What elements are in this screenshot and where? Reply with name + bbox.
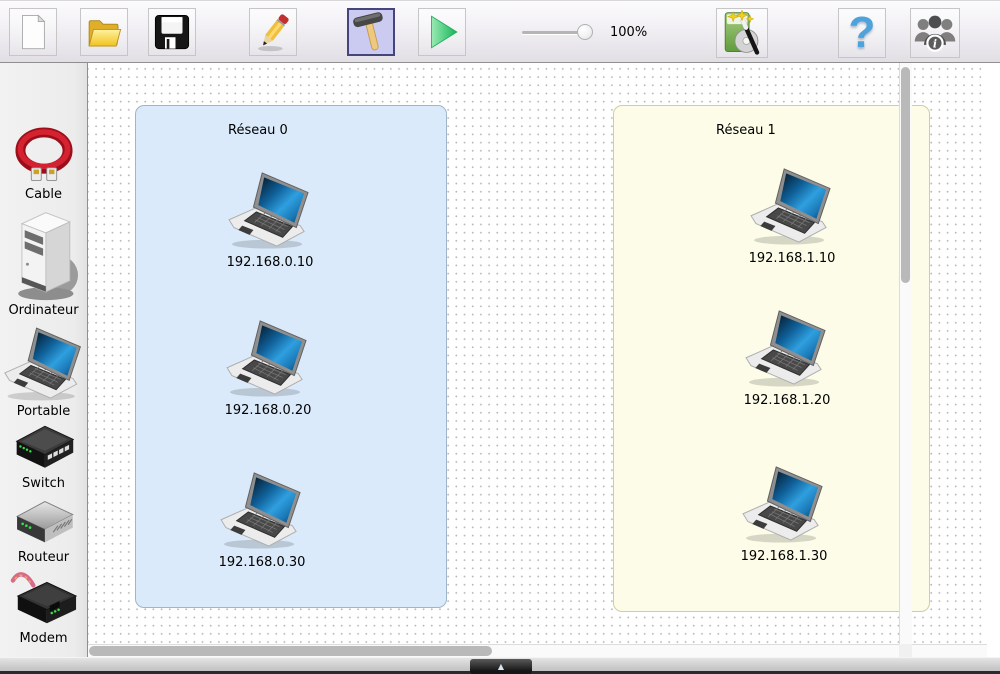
laptop-icon: [743, 310, 831, 388]
design-canvas[interactable]: Réseau 0 Réseau 1 192.168.0.10 192.168.0…: [88, 63, 987, 644]
scrollbar-corner: [899, 644, 912, 657]
switch-icon: [11, 420, 77, 474]
design-mode-button[interactable]: [249, 8, 297, 56]
new-document-icon: [12, 11, 54, 53]
simulation-mode-button[interactable]: [418, 8, 466, 56]
node-ip-label: 192.168.0.30: [202, 555, 322, 570]
palette-item-switch[interactable]: Switch: [0, 420, 87, 491]
laptop-icon: [218, 472, 306, 550]
main-area: Cable Ordinateur Portable Switch Routeur…: [0, 63, 1000, 657]
help-button[interactable]: ?: [838, 8, 886, 58]
toolbar: 100% ?: [0, 0, 1000, 63]
floppy-disk-icon: [151, 11, 193, 53]
open-file-button[interactable]: [80, 8, 128, 56]
pencil-icon: [252, 11, 294, 53]
palette-label: Routeur: [0, 550, 87, 565]
open-folder-icon: [83, 11, 125, 53]
palette-item-routeur[interactable]: Routeur: [0, 496, 87, 565]
zoom-control: 100%: [522, 1, 647, 63]
network-label: Réseau 0: [228, 123, 288, 138]
bottom-bar: ▲: [0, 657, 1000, 674]
filius-window: 100% ? Cable Ordinateur Portable Switch: [0, 0, 1000, 674]
palette-item-portable[interactable]: Portable: [0, 327, 87, 419]
laptop-icon: [748, 168, 836, 246]
zoom-slider[interactable]: [522, 22, 594, 42]
palette-label: Portable: [0, 404, 87, 419]
build-mode-button[interactable]: [347, 8, 395, 56]
bottom-panel-toggle-button[interactable]: ▲: [470, 659, 532, 674]
palette-label: Ordinateur: [0, 303, 87, 318]
save-file-button[interactable]: [148, 8, 196, 56]
laptop-node[interactable]: 192.168.0.20: [208, 320, 328, 418]
people-info-icon: [913, 11, 957, 55]
node-ip-label: 192.168.1.10: [732, 251, 852, 266]
palette-item-ordinateur[interactable]: Ordinateur: [0, 209, 87, 318]
laptop-node[interactable]: 192.168.0.10: [210, 172, 330, 270]
wizard-button[interactable]: [716, 8, 768, 58]
laptop-icon: [224, 320, 312, 398]
horizontal-scrollbar[interactable]: [88, 644, 987, 657]
palette-item-cable[interactable]: Cable: [0, 127, 87, 202]
question-mark-icon: ?: [849, 11, 876, 55]
node-ip-label: 192.168.0.10: [210, 255, 330, 270]
component-palette: Cable Ordinateur Portable Switch Routeur…: [0, 63, 88, 657]
vertical-scrollbar-thumb[interactable]: [901, 67, 910, 283]
palette-label: Cable: [0, 187, 87, 202]
laptop-icon: [2, 327, 86, 402]
cable-icon: [12, 127, 76, 185]
modem-icon: [10, 567, 78, 629]
laptop-node[interactable]: 192.168.1.20: [727, 310, 847, 408]
router-icon: [11, 496, 77, 548]
laptop-icon: [226, 172, 314, 250]
network-label: Réseau 1: [716, 123, 776, 138]
node-ip-label: 192.168.1.30: [724, 549, 844, 564]
palette-label: Modem: [0, 631, 87, 646]
hammer-icon: [350, 11, 392, 53]
node-ip-label: 192.168.1.20: [727, 393, 847, 408]
play-icon: [421, 11, 463, 53]
slider-knob[interactable]: [577, 24, 593, 40]
desktop-computer-icon: [8, 209, 80, 301]
laptop-node[interactable]: 192.168.1.10: [732, 168, 852, 266]
zoom-level-label: 100%: [610, 25, 647, 40]
chevron-up-icon: ▲: [498, 663, 504, 671]
node-ip-label: 192.168.0.20: [208, 403, 328, 418]
software-wizard-icon: [719, 10, 765, 56]
about-button[interactable]: [910, 8, 960, 58]
laptop-node[interactable]: 192.168.1.30: [724, 466, 844, 564]
palette-label: Switch: [0, 476, 87, 491]
laptop-node[interactable]: 192.168.0.30: [202, 472, 322, 570]
vertical-scrollbar[interactable]: [899, 63, 912, 644]
palette-item-modem[interactable]: Modem: [0, 567, 87, 646]
laptop-icon: [740, 466, 828, 544]
horizontal-scrollbar-thumb[interactable]: [89, 646, 492, 656]
new-file-button[interactable]: [9, 8, 57, 56]
